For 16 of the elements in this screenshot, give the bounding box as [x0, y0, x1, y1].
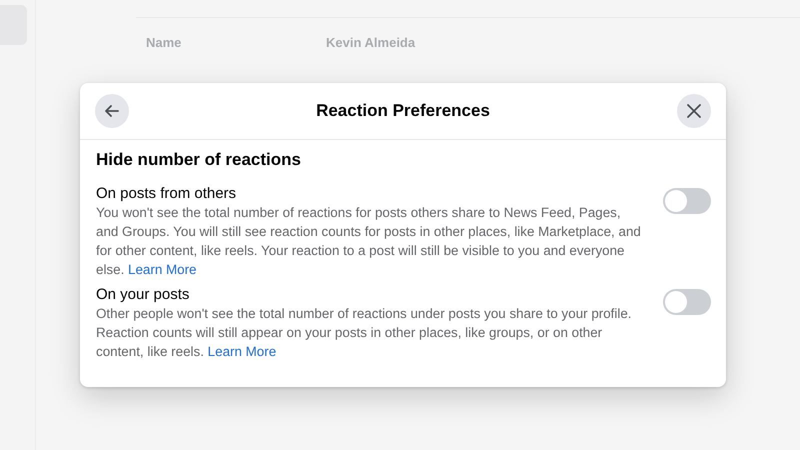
section-title: Hide number of reactions: [96, 150, 302, 170]
setting-description: You won't see the total number of reactions for posts others share to News Feed, Pages, and Groups. You will still see reaction counts for posts in other places, like Marketplace, and for other content, like reels. Your reaction to a post will still be visible to you and everyone else. Learn More: [96, 204, 641, 279]
field-label: Name: [146, 35, 182, 50]
learn-more-link[interactable]: Learn More: [128, 262, 197, 277]
close-icon: [685, 102, 703, 120]
field-value: Kevin Almeida: [326, 35, 416, 50]
back-arrow-icon: [103, 102, 121, 120]
close-button[interactable]: [677, 94, 711, 128]
setting-description: Other people won't see the total number of reactions under posts you share to your profile. Reaction counts will still appear on your posts in other places, like groups, or on other content, like reels. Learn More: [96, 305, 633, 361]
setting-title: On your posts: [96, 285, 190, 304]
dialog-title: Reaction Preferences: [316, 101, 490, 121]
learn-more-link[interactable]: Learn More: [208, 344, 276, 359]
toggle-switch[interactable]: [663, 188, 711, 214]
back-button[interactable]: [95, 94, 129, 128]
toggle-switch[interactable]: [663, 289, 711, 315]
setting-title: On posts from others: [96, 184, 238, 203]
